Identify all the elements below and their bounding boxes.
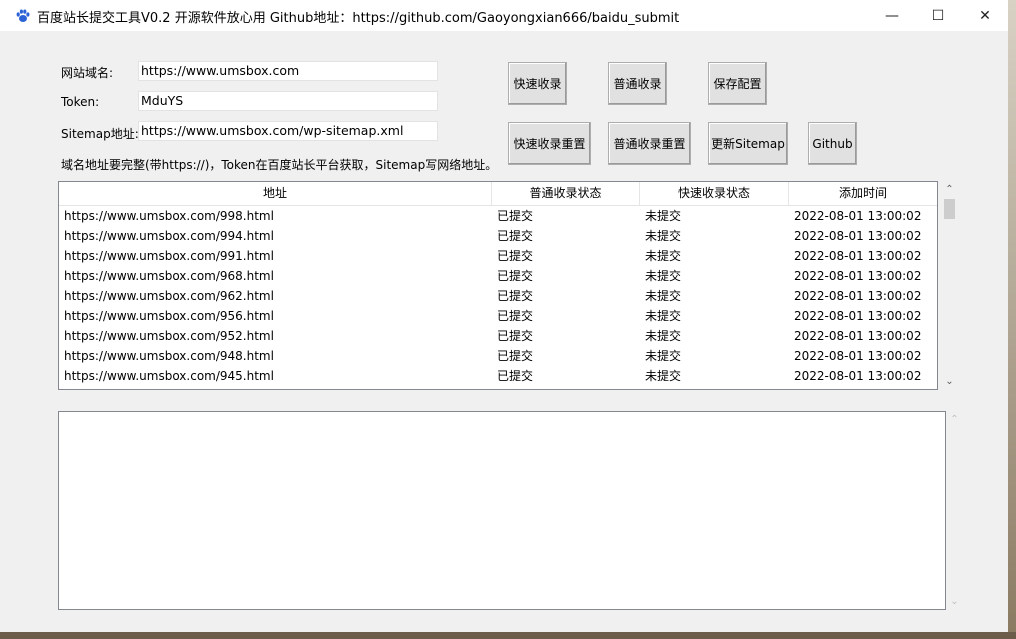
column-header-address[interactable]: 地址 xyxy=(59,182,492,205)
cell-address: https://www.umsbox.com/952.html xyxy=(64,329,274,343)
column-header-fast-status[interactable]: 快速收录状态 xyxy=(640,182,789,205)
table-row[interactable]: https://www.umsbox.com/952.html 已提交 未提交 202… xyxy=(59,326,937,346)
github-button[interactable]: Github xyxy=(808,122,857,165)
maximize-button[interactable]: ☐ xyxy=(915,0,961,31)
cell-fast-status: 未提交 xyxy=(645,269,682,283)
cell-fast-status: 未提交 xyxy=(645,249,682,263)
cell-address: https://www.umsbox.com/991.html xyxy=(64,249,274,263)
cell-normal-status: 已提交 xyxy=(497,289,534,303)
cell-address: https://www.umsbox.com/998.html xyxy=(64,209,274,223)
baidu-paw-icon xyxy=(16,9,30,22)
cell-added-time: 2022-08-01 13:00:02 xyxy=(794,349,922,363)
cell-normal-status: 已提交 xyxy=(497,309,534,323)
table-row[interactable]: https://www.umsbox.com/991.html 已提交 未提交 202… xyxy=(59,246,937,266)
scroll-up-icon[interactable]: ⌃ xyxy=(941,181,958,198)
cell-normal-status: 已提交 xyxy=(497,229,534,243)
cell-fast-status: 未提交 xyxy=(645,329,682,343)
fast-submit-button[interactable]: 快速收录 xyxy=(508,62,567,105)
scroll-down-icon[interactable]: ⌄ xyxy=(941,373,958,390)
table-row[interactable]: https://www.umsbox.com/948.html 已提交 未提交 202… xyxy=(59,346,937,366)
sitemap-label: Sitemap地址: xyxy=(61,127,139,141)
table-header: 地址 普通收录状态 快速收录状态 添加时间 xyxy=(59,182,937,206)
table-row[interactable]: https://www.umsbox.com/945.html 已提交 未提交 202… xyxy=(59,366,937,386)
url-table[interactable]: 地址 普通收录状态 快速收录状态 添加时间 https://www.umsbox… xyxy=(58,181,938,390)
cell-address: https://www.umsbox.com/994.html xyxy=(64,229,274,243)
desktop-background xyxy=(1008,0,1016,639)
maximize-icon: ☐ xyxy=(931,7,945,24)
cell-normal-status: 已提交 xyxy=(497,249,534,263)
token-label: Token: xyxy=(61,95,100,109)
close-button[interactable]: ✕ xyxy=(962,0,1008,31)
update-sitemap-button[interactable]: 更新Sitemap xyxy=(708,122,788,165)
fast-reset-button[interactable]: 快速收录重置 xyxy=(508,122,591,165)
table-row[interactable]: https://www.umsbox.com/968.html 已提交 未提交 202… xyxy=(59,266,937,286)
cell-added-time: 2022-08-01 13:00:02 xyxy=(794,209,922,223)
log-textarea[interactable] xyxy=(58,411,946,610)
minimize-button[interactable]: — xyxy=(869,0,915,31)
table-row[interactable]: https://www.umsbox.com/998.html 已提交 未提交 202… xyxy=(59,206,937,226)
cell-fast-status: 未提交 xyxy=(645,229,682,243)
column-header-normal-status[interactable]: 普通收录状态 xyxy=(492,182,640,205)
log-scrollbar[interactable]: ⌃ ⌄ xyxy=(946,411,963,610)
cell-address: https://www.umsbox.com/968.html xyxy=(64,269,274,283)
cell-normal-status: 已提交 xyxy=(497,349,534,363)
close-icon: ✕ xyxy=(979,7,991,24)
log-scroll-up-icon[interactable]: ⌃ xyxy=(946,411,963,428)
cell-address: https://www.umsbox.com/956.html xyxy=(64,309,274,323)
desktop-background-bottom xyxy=(0,632,1016,639)
normal-reset-button[interactable]: 普通收录重置 xyxy=(608,122,691,165)
sitemap-field[interactable]: https://www.umsbox.com/wp-sitemap.xml xyxy=(138,121,438,141)
window-title: 百度站长提交工具V0.2 开源软件放心用 Github地址：https://gi… xyxy=(37,11,680,26)
domain-field[interactable]: https://www.umsbox.com xyxy=(138,61,438,81)
normal-submit-button[interactable]: 普通收录 xyxy=(608,62,667,105)
cell-fast-status: 未提交 xyxy=(645,289,682,303)
cell-address: https://www.umsbox.com/945.html xyxy=(64,369,274,383)
table-scrollbar[interactable]: ⌃ ⌄ xyxy=(941,181,958,390)
table-row[interactable]: https://www.umsbox.com/962.html 已提交 未提交 202… xyxy=(59,286,937,306)
log-scroll-down-icon[interactable]: ⌄ xyxy=(946,593,963,610)
table-row[interactable]: https://www.umsbox.com/994.html 已提交 未提交 202… xyxy=(59,226,937,246)
save-config-button[interactable]: 保存配置 xyxy=(708,62,767,105)
cell-added-time: 2022-08-01 13:00:02 xyxy=(794,289,922,303)
cell-normal-status: 已提交 xyxy=(497,209,534,223)
cell-fast-status: 未提交 xyxy=(645,309,682,323)
hint-text: 域名地址要完整(带https://)，Token在百度站长平台获取，Sitema… xyxy=(61,158,498,172)
cell-added-time: 2022-08-01 13:00:02 xyxy=(794,329,922,343)
cell-address: https://www.umsbox.com/962.html xyxy=(64,289,274,303)
cell-added-time: 2022-08-01 13:00:02 xyxy=(794,229,922,243)
table-row[interactable]: https://www.umsbox.com/956.html 已提交 未提交 202… xyxy=(59,306,937,326)
cell-added-time: 2022-08-01 13:00:02 xyxy=(794,369,922,383)
table-body: https://www.umsbox.com/998.html 已提交 未提交 202… xyxy=(59,206,937,386)
cell-normal-status: 已提交 xyxy=(497,329,534,343)
domain-label: 网站域名: xyxy=(61,66,114,80)
token-field[interactable]: MduYS xyxy=(138,91,438,111)
column-header-added-time[interactable]: 添加时间 xyxy=(789,182,937,205)
cell-added-time: 2022-08-01 13:00:02 xyxy=(794,309,922,323)
cell-address: https://www.umsbox.com/948.html xyxy=(64,349,274,363)
cell-fast-status: 未提交 xyxy=(645,349,682,363)
table-scroll-thumb[interactable] xyxy=(944,199,955,219)
cell-added-time: 2022-08-01 13:00:02 xyxy=(794,269,922,283)
cell-fast-status: 未提交 xyxy=(645,369,682,383)
app-window: 百度站长提交工具V0.2 开源软件放心用 Github地址：https://gi… xyxy=(0,0,1008,632)
cell-added-time: 2022-08-01 13:00:02 xyxy=(794,249,922,263)
cell-normal-status: 已提交 xyxy=(497,269,534,283)
title-bar: 百度站长提交工具V0.2 开源软件放心用 Github地址：https://gi… xyxy=(0,0,1008,31)
cell-normal-status: 已提交 xyxy=(497,369,534,383)
cell-fast-status: 未提交 xyxy=(645,209,682,223)
minimize-icon: — xyxy=(885,7,899,24)
